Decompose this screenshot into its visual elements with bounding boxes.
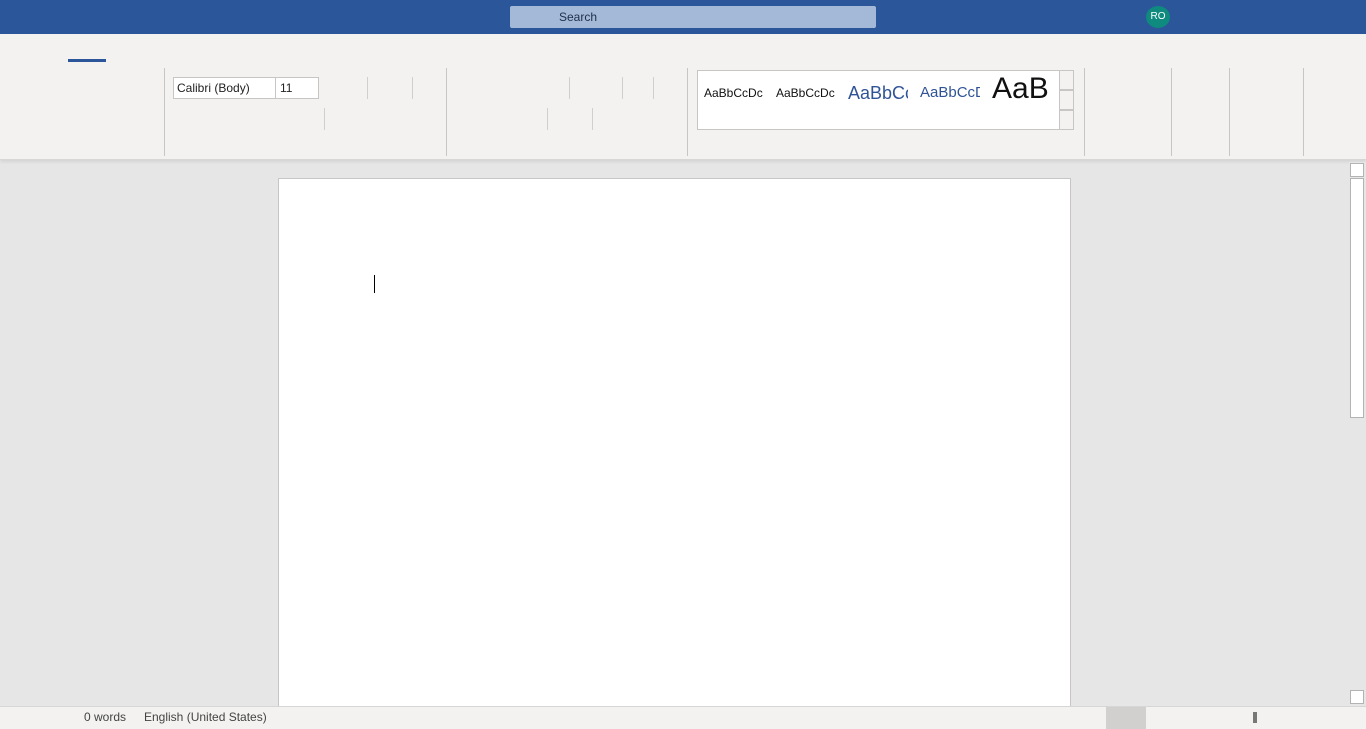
ribbon-divider xyxy=(653,77,654,99)
scroll-down-arrow[interactable] xyxy=(1350,690,1364,704)
ribbon: Calibri (Body) 11 AaBbCcDc AaBbCcDc AaBb… xyxy=(0,34,1366,160)
gallery-expand[interactable] xyxy=(1059,110,1074,130)
font-size-field[interactable]: 11 xyxy=(275,77,319,99)
status-bar: 0 words English (United States) xyxy=(0,706,1366,729)
word-count[interactable]: 0 words xyxy=(84,710,126,724)
group-separator xyxy=(1084,68,1085,156)
user-avatar[interactable]: RO xyxy=(1146,6,1170,28)
scroll-thumb[interactable] xyxy=(1350,178,1364,418)
style-normal[interactable]: AaBbCcDc xyxy=(704,86,764,106)
ribbon-divider xyxy=(569,77,570,99)
font-name-field[interactable]: Calibri (Body) xyxy=(173,77,276,99)
zoom-slider-thumb[interactable] xyxy=(1253,712,1257,723)
style-heading-2[interactable]: AaBbCcD xyxy=(920,84,980,108)
style-title[interactable]: AaB xyxy=(992,72,1052,110)
style-heading-1[interactable]: AaBbCc xyxy=(848,83,908,109)
group-separator xyxy=(164,68,165,156)
gallery-scroll-down[interactable] xyxy=(1059,90,1074,110)
group-separator xyxy=(446,68,447,156)
vertical-scrollbar[interactable] xyxy=(1349,162,1366,706)
group-separator xyxy=(1171,68,1172,156)
language-indicator[interactable]: English (United States) xyxy=(144,710,267,724)
active-tab-indicator[interactable] xyxy=(68,59,106,62)
search-label: Search xyxy=(559,10,598,24)
search-box[interactable]: Search xyxy=(510,6,876,28)
view-mode-button[interactable] xyxy=(1106,707,1146,729)
gallery-scroll-up[interactable] xyxy=(1059,70,1074,90)
group-separator xyxy=(1303,68,1304,156)
title-bar: Search RO xyxy=(0,0,1366,34)
ribbon-divider xyxy=(367,77,368,99)
ribbon-divider xyxy=(324,108,325,130)
scroll-up-arrow[interactable] xyxy=(1350,163,1364,177)
group-separator xyxy=(687,68,688,156)
ribbon-divider xyxy=(592,108,593,130)
text-cursor xyxy=(374,275,375,293)
ribbon-divider xyxy=(412,77,413,99)
styles-gallery[interactable]: AaBbCcDc AaBbCcDc AaBbCc AaBbCcD AaB xyxy=(697,70,1062,130)
group-separator xyxy=(1229,68,1230,156)
style-no-spacing[interactable]: AaBbCcDc xyxy=(776,86,836,106)
ribbon-divider xyxy=(622,77,623,99)
ribbon-divider xyxy=(547,108,548,130)
document-page[interactable] xyxy=(278,178,1071,708)
